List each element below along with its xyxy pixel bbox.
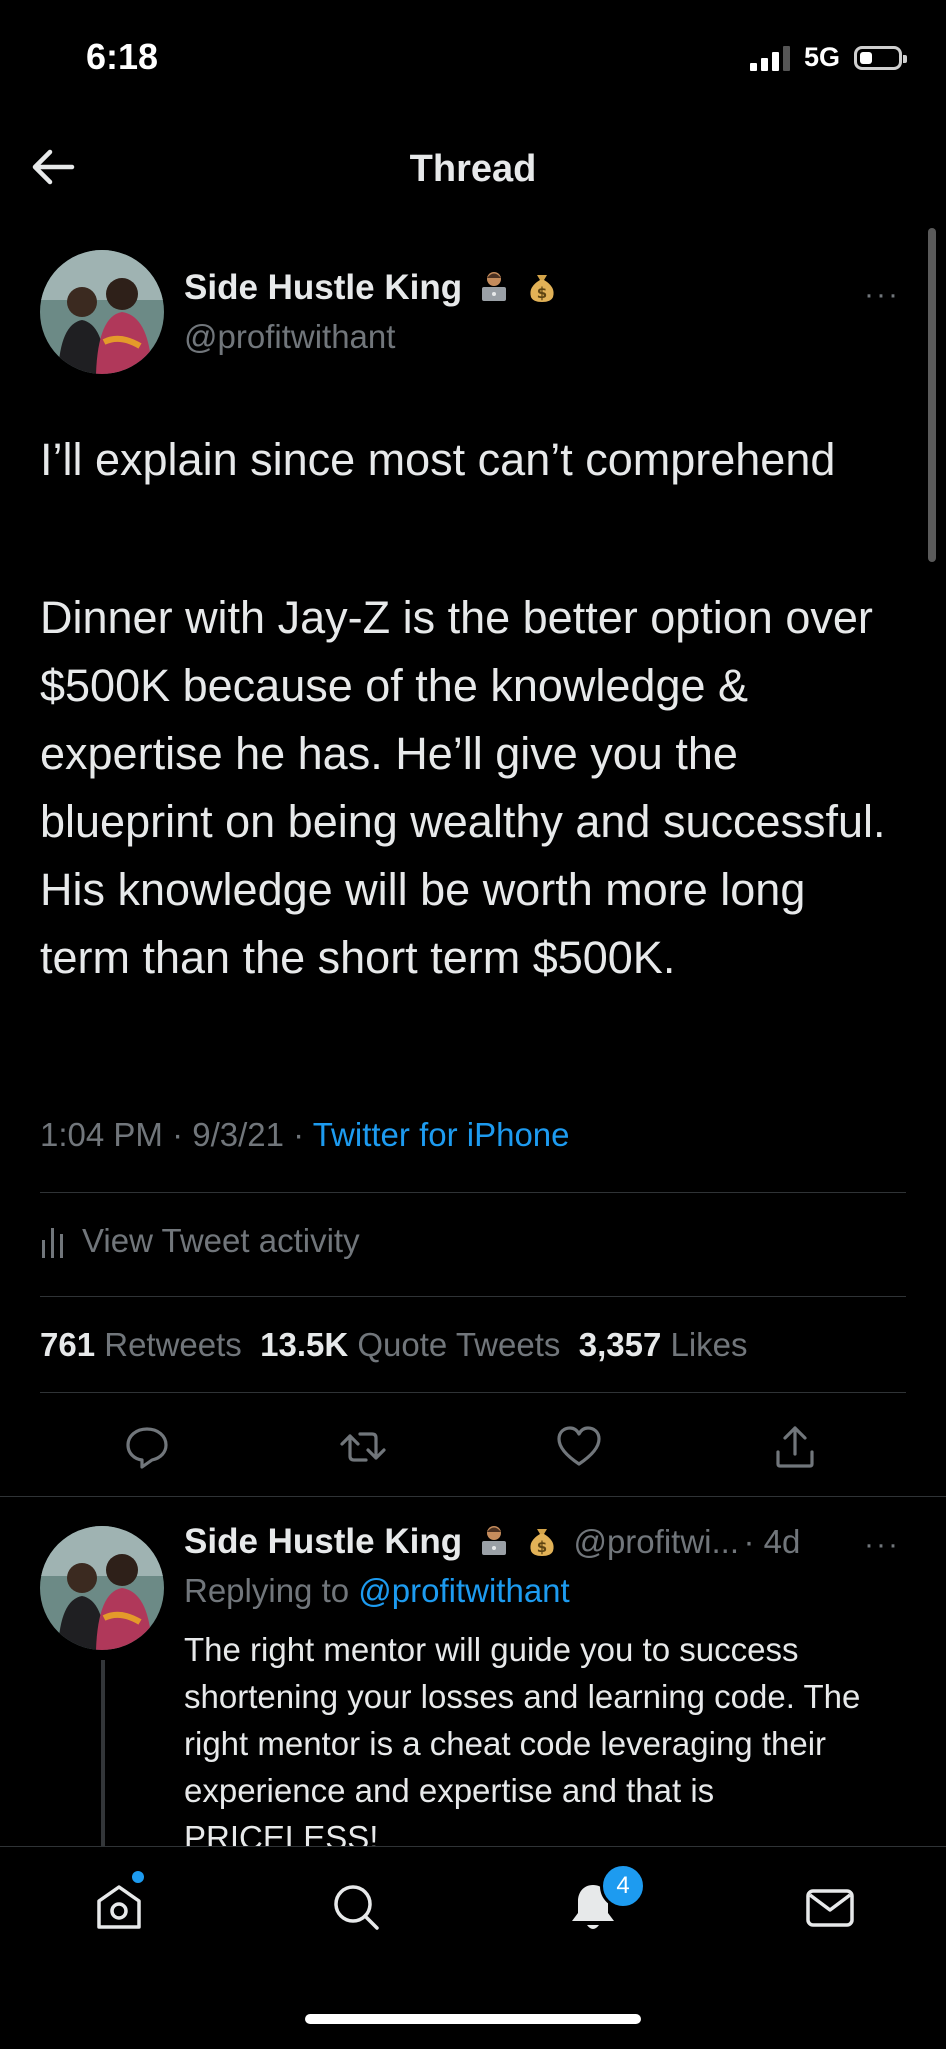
share-icon[interactable] [770, 1422, 820, 1472]
reply-more-options-icon[interactable]: ··· [864, 1528, 900, 1562]
money-bag-emoji-icon: $ [530, 1529, 554, 1556]
quotes-count: 13.5K [260, 1326, 349, 1363]
messages-icon[interactable] [802, 1879, 858, 1935]
status-indicators: 5G [749, 42, 907, 73]
svg-text:$: $ [537, 284, 547, 302]
retweets-label: Retweets [104, 1326, 242, 1363]
activity-label: View Tweet activity [82, 1222, 360, 1259]
replying-to: Replying to @profitwithant [184, 1572, 570, 1610]
reply-author-name[interactable]: Side Hustle King [184, 1522, 462, 1561]
reply-age: 4d [763, 1523, 801, 1560]
home-new-dot [132, 1871, 144, 1883]
retweets-stat[interactable]: 761 Retweets [40, 1326, 242, 1363]
like-heart-icon[interactable] [554, 1422, 604, 1472]
divider [40, 1192, 906, 1193]
likes-count: 3,357 [578, 1326, 662, 1363]
analytics-icon [42, 1228, 63, 1258]
home-indicator[interactable] [305, 2014, 641, 2024]
tweet-source-link[interactable]: Twitter for iPhone [313, 1116, 570, 1153]
author-name-row[interactable]: Side Hustle King $ [184, 268, 559, 308]
tweet-meta: 1:04 PM · 9/3/21 · Twitter for iPhone [40, 1116, 570, 1153]
network-type: 5G [803, 42, 840, 72]
technologist-emoji-icon [481, 272, 506, 301]
tweet-date: 9/3/21 [192, 1116, 284, 1153]
page-title: Thread [409, 148, 537, 190]
reply-text: The right mentor will guide you to succe… [184, 1631, 861, 1856]
svg-text:$: $ [537, 1538, 547, 1556]
tweet-paragraph-2: Dinner with Jay-Z is the better option o… [40, 592, 886, 983]
reply-header[interactable]: Side Hustle King $ @profitwi... · 4d [184, 1522, 800, 1562]
divider [40, 1296, 906, 1297]
tweet-paragraph-1: I’ll explain since most can’t comprehend [40, 434, 836, 485]
reply-avatar[interactable] [40, 1526, 164, 1650]
battery-icon [854, 45, 907, 70]
retweets-count: 761 [40, 1326, 96, 1363]
more-options-icon[interactable]: ··· [864, 278, 900, 312]
author-name[interactable]: Side Hustle King [184, 268, 462, 307]
reply-icon[interactable] [122, 1422, 172, 1472]
technologist-emoji-icon [481, 1526, 506, 1555]
reply-author-handle[interactable]: @profitwi... [573, 1523, 739, 1560]
quotes-stat[interactable]: 13.5K Quote Tweets [260, 1326, 560, 1363]
replying-handle-link[interactable]: @profitwithant [358, 1572, 569, 1609]
scrollbar[interactable] [928, 228, 936, 562]
tweet-stats: 761 Retweets 13.5K Quote Tweets 3,357 Li… [40, 1326, 748, 1364]
signal-icon [749, 45, 790, 71]
tweet-actions [0, 1412, 946, 1482]
status-time: 6:18 [86, 36, 159, 77]
quotes-label: Quote Tweets [357, 1326, 561, 1363]
money-bag-emoji-icon: $ [530, 275, 554, 302]
tweet-time: 1:04 PM [40, 1116, 163, 1153]
likes-stat[interactable]: 3,357 Likes [579, 1326, 748, 1363]
retweet-icon[interactable] [338, 1422, 388, 1472]
home-icon[interactable] [91, 1879, 147, 1935]
author-handle[interactable]: @profitwithant [184, 318, 395, 356]
divider [40, 1392, 906, 1393]
search-icon[interactable] [328, 1879, 384, 1935]
notifications-badge: 4 [600, 1863, 646, 1909]
tweet-activity-button[interactable]: View Tweet activity [40, 1222, 360, 1260]
likes-label: Likes [670, 1326, 748, 1363]
divider [0, 1496, 946, 1497]
avatar[interactable] [40, 250, 164, 374]
thread-connector-line [101, 1660, 105, 1860]
replying-prefix: Replying to [184, 1572, 350, 1609]
